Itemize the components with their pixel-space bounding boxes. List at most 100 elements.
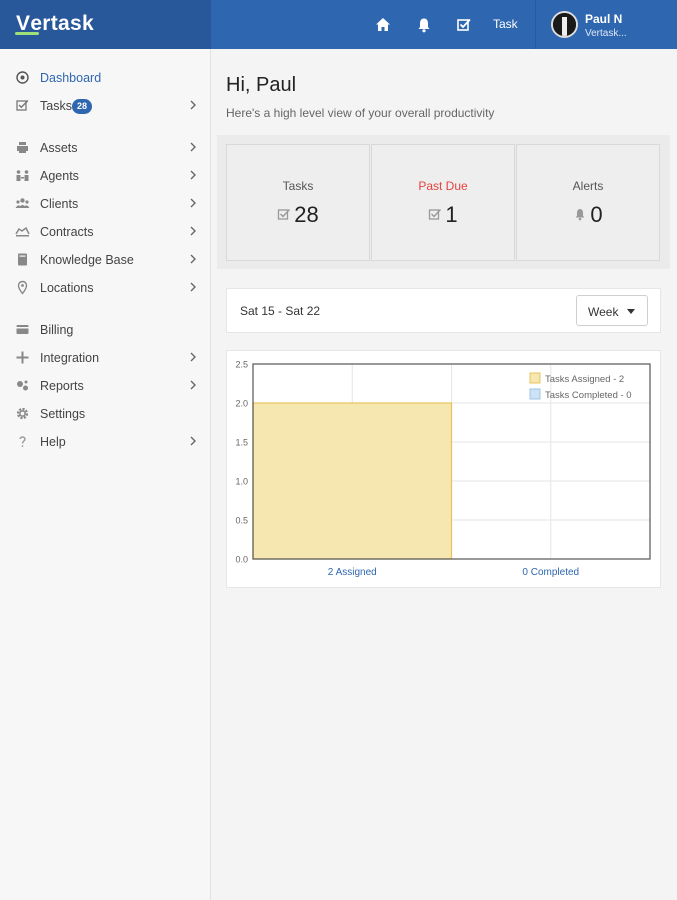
stats-panel: Tasks 28 Past Due 1 Alerts 0 (217, 135, 670, 269)
tasks-icon (16, 100, 29, 111)
reports-icon (17, 380, 28, 391)
user-name[interactable]: Paul N (585, 12, 622, 26)
chevron-right-icon (190, 198, 196, 208)
avatar[interactable] (551, 11, 578, 38)
sidebar-item-settings[interactable]: Settings (0, 402, 211, 426)
y-tick-label: 2.5 (235, 360, 248, 370)
x-tick-label: 0 Completed (522, 567, 579, 578)
checkbox-icon (429, 209, 442, 220)
bell-icon[interactable] (415, 16, 433, 34)
sidebar: Dashboard Tasks 28 Assets Agents Clients… (0, 49, 211, 900)
user-org: Vertask... (585, 28, 627, 39)
stat-card-past-due[interactable]: Past Due 1 (371, 144, 515, 261)
chevron-right-icon (190, 142, 196, 152)
sidebar-item-label: Settings (40, 407, 86, 421)
chevron-right-icon (190, 170, 196, 180)
brand-logo-v: V (14, 12, 40, 35)
week-dropdown-label: Week (588, 305, 619, 319)
y-tick-label: 0.5 (235, 516, 248, 526)
sidebar-item-label: Tasks (40, 99, 72, 113)
tasks-chart-card: 0.0 0.5 1.0 1.5 2.0 2.5 2 Assigned 0 Completed T… (226, 350, 661, 588)
sidebar-item-tasks[interactable]: Tasks 28 (0, 94, 211, 118)
chevron-right-icon (190, 254, 196, 264)
stat-value: 1 (445, 202, 458, 227)
stat-label: Alerts (572, 179, 604, 193)
sidebar-item-locations[interactable]: Locations (0, 276, 211, 300)
location-pin-icon (17, 280, 28, 295)
stat-value-row: 28 (227, 202, 369, 228)
assets-icon (17, 142, 28, 153)
sidebar-item-label: Assets (40, 141, 78, 155)
plus-icon (16, 351, 29, 364)
stat-card-alerts[interactable]: Alerts 0 (516, 144, 660, 261)
chevron-right-icon (190, 100, 196, 110)
question-icon (19, 436, 26, 447)
stat-value: 0 (590, 202, 603, 227)
checkbox-icon[interactable] (455, 16, 473, 34)
billing-icon (16, 325, 29, 334)
bar (252, 402, 453, 560)
avatar-image (553, 13, 576, 36)
legend-label: Tasks Assigned - 2 (545, 374, 624, 385)
y-tick-label: 1.5 (235, 438, 248, 448)
clients-icon (15, 198, 30, 208)
gear-icon (16, 407, 29, 420)
page-title: Hi, Paul (226, 74, 297, 96)
sidebar-item-label: Help (40, 435, 66, 449)
task-link[interactable]: Task (493, 17, 518, 31)
tasks-chart: 0.0 0.5 1.0 1.5 2.0 2.5 2 Assigned 0 Completed T… (235, 360, 651, 578)
checkbox-icon (278, 209, 291, 220)
contracts-icon (15, 226, 30, 237)
sidebar-item-help[interactable]: Help (0, 430, 211, 454)
sidebar-item-label: Dashboard (40, 71, 102, 85)
sidebar-item-clients[interactable]: Clients (0, 192, 211, 216)
sidebar-item-agents[interactable]: Agents (0, 164, 211, 188)
sidebar-item-label: Reports (40, 379, 84, 393)
dashboard-icon (16, 71, 29, 84)
book-icon (18, 253, 27, 266)
stat-label: Past Due (418, 179, 468, 193)
legend-label: Tasks Completed - 0 (545, 390, 632, 401)
sidebar-item-label: Billing (40, 323, 74, 337)
caret-down-icon (627, 309, 635, 314)
stat-label: Tasks (282, 179, 314, 193)
sidebar-item-integration[interactable]: Integration (0, 346, 211, 370)
sidebar-item-label: Locations (40, 281, 94, 295)
x-tick-label: 2 Assigned (328, 567, 377, 578)
stat-value-row: 1 (372, 202, 514, 228)
sidebar-item-label: Clients (40, 197, 79, 211)
page-subtitle: Here's a high level view of your overall… (226, 106, 495, 120)
chevron-right-icon (190, 352, 196, 362)
bell-icon (576, 209, 585, 221)
y-tick-label: 1.0 (235, 477, 248, 487)
sidebar-item-label: Contracts (40, 225, 94, 239)
chevron-right-icon (190, 436, 196, 446)
chevron-right-icon (190, 282, 196, 292)
agents-icon (16, 170, 29, 181)
brand-logo[interactable]: Vertask (14, 12, 94, 36)
chevron-right-icon (190, 226, 196, 236)
stat-card-tasks[interactable]: Tasks 28 (226, 144, 370, 261)
sidebar-item-label: Knowledge Base (40, 253, 134, 267)
date-range-bar: Sat 15 - Sat 22 Week (226, 288, 661, 333)
brand-area[interactable]: Vertask (0, 0, 211, 49)
sidebar-item-reports[interactable]: Reports (0, 374, 211, 398)
y-tick-label: 0.0 (235, 555, 248, 565)
week-dropdown[interactable]: Week (576, 295, 648, 326)
user-divider (535, 0, 536, 49)
stat-value-row: 0 (517, 202, 659, 228)
sidebar-item-billing[interactable]: Billing (0, 318, 211, 342)
sidebar-item-assets[interactable]: Assets (0, 136, 211, 160)
legend-swatch (529, 372, 541, 384)
brand-logo-text: ertask (30, 12, 94, 35)
legend-swatch (529, 388, 541, 400)
sidebar-item-knowledge-base[interactable]: Knowledge Base (0, 248, 211, 272)
date-range-label: Sat 15 - Sat 22 (240, 304, 321, 318)
chevron-right-icon (190, 380, 196, 390)
home-icon[interactable] (374, 16, 392, 34)
sidebar-item-dashboard[interactable]: Dashboard (0, 66, 211, 90)
sidebar-item-label: Integration (40, 351, 100, 365)
tasks-count-badge: 28 (72, 99, 93, 114)
top-navbar: Vertask Task Paul N Vertask... (0, 0, 677, 49)
sidebar-item-contracts[interactable]: Contracts (0, 220, 211, 244)
